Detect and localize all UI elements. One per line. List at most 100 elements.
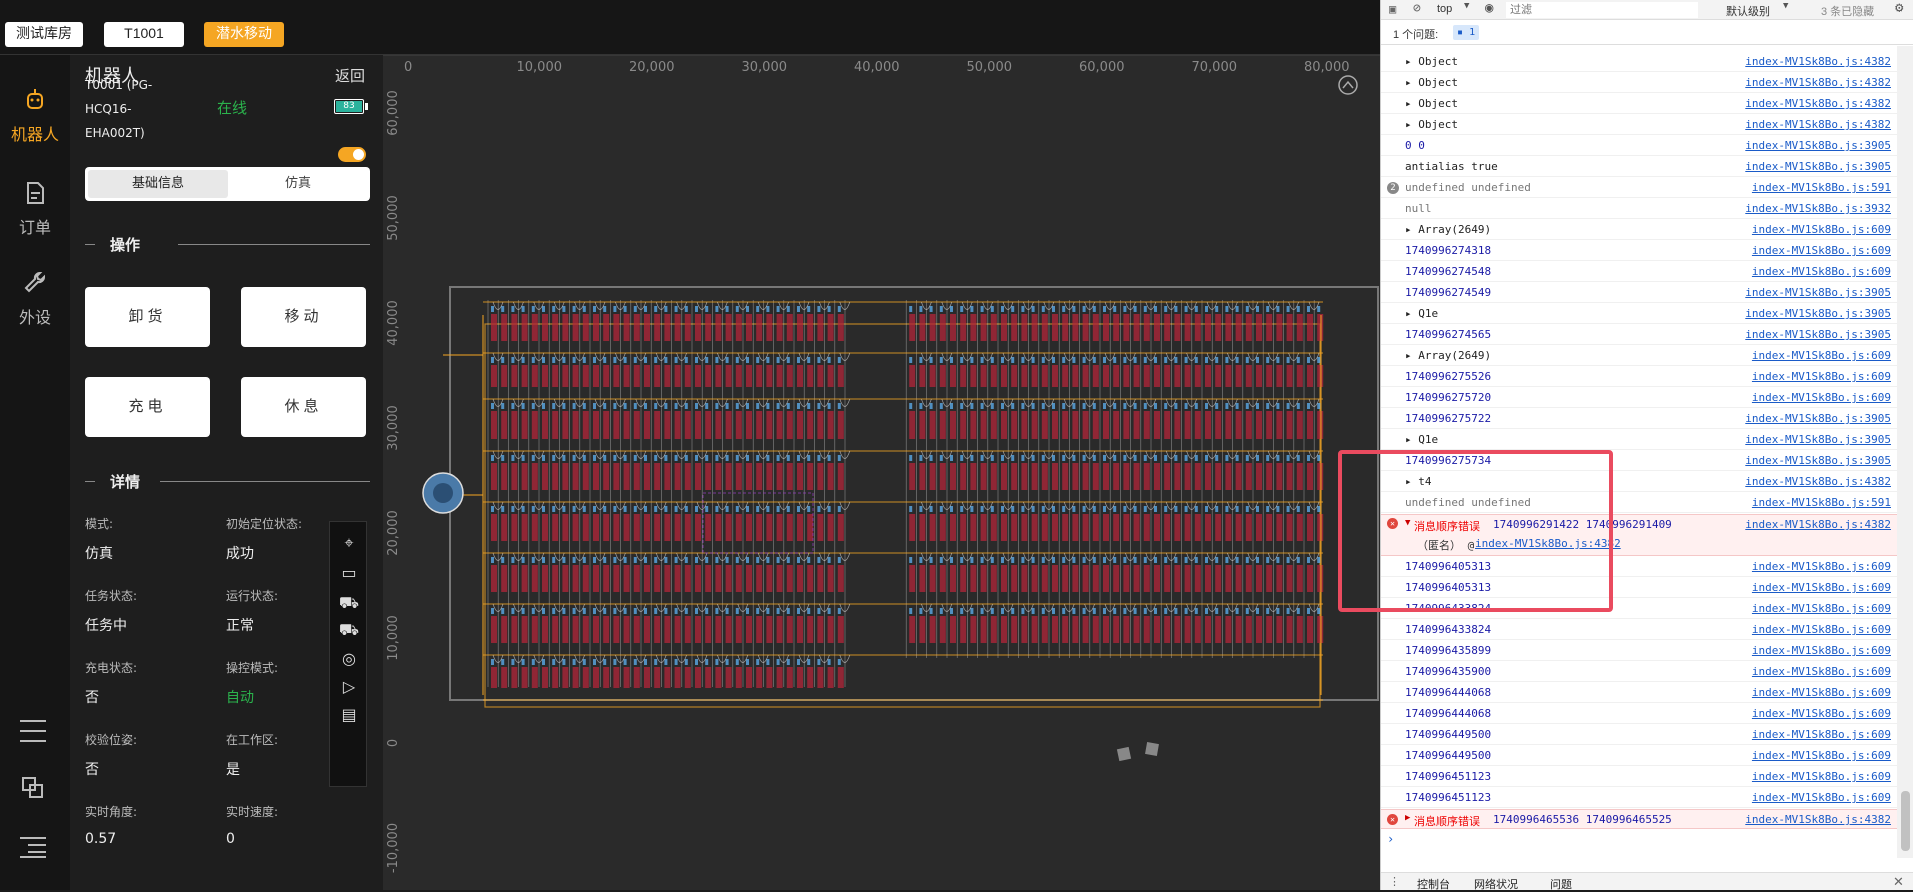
- console-row[interactable]: ▸ Object index-MV1Sk8Bo.js:4382: [1381, 115, 1897, 135]
- source-link[interactable]: index-MV1Sk8Bo.js:609: [1752, 388, 1891, 408]
- play-route-icon[interactable]: ▷: [330, 674, 368, 700]
- source-link[interactable]: index-MV1Sk8Bo.js:3905: [1745, 325, 1891, 345]
- collapse-menu-icon[interactable]: [20, 835, 46, 858]
- source-link[interactable]: index-MV1Sk8Bo.js:609: [1752, 346, 1891, 366]
- source-link[interactable]: index-MV1Sk8Bo.js:609: [1752, 367, 1891, 387]
- charge-button[interactable]: 充电: [85, 377, 210, 437]
- unload-button[interactable]: 卸货: [85, 287, 210, 347]
- console-row[interactable]: 1740996449500 index-MV1Sk8Bo.js:609: [1381, 725, 1897, 745]
- source-link[interactable]: index-MV1Sk8Bo.js:609: [1752, 767, 1891, 787]
- source-link[interactable]: index-MV1Sk8Bo.js:591: [1752, 178, 1891, 198]
- console-row[interactable]: ▸ Array(2649) index-MV1Sk8Bo.js:609: [1381, 346, 1897, 366]
- source-link[interactable]: index-MV1Sk8Bo.js:609: [1752, 220, 1891, 240]
- console-row[interactable]: 2 undefined undefined index-MV1Sk8Bo.js:59…: [1381, 178, 1897, 198]
- console-row[interactable]: 1740996275720 index-MV1Sk8Bo.js:609: [1381, 388, 1897, 408]
- layers-icon[interactable]: [22, 777, 44, 799]
- source-link[interactable]: index-MV1Sk8Bo.js:609: [1752, 788, 1891, 808]
- source-link[interactable]: index-MV1Sk8Bo.js:3905: [1745, 430, 1891, 450]
- console-row[interactable]: 1740996275722 index-MV1Sk8Bo.js:3905: [1381, 409, 1897, 429]
- filter-input[interactable]: [1506, 2, 1698, 18]
- console-row[interactable]: 1740996444068 index-MV1Sk8Bo.js:609: [1381, 683, 1897, 703]
- source-link[interactable]: index-MV1Sk8Bo.js:609: [1752, 557, 1891, 577]
- source-link[interactable]: index-MV1Sk8Bo.js:3905: [1745, 136, 1891, 156]
- console-scrollbar[interactable]: [1897, 46, 1913, 858]
- source-link[interactable]: index-MV1Sk8Bo.js:609: [1752, 746, 1891, 766]
- robot-code-select[interactable]: T1001: [104, 22, 184, 47]
- console-error-row[interactable]: ✕ ▶ 消息顺序错误 1740996465536 1740996465525 index…: [1381, 809, 1897, 829]
- pallet-icon[interactable]: ⛟: [330, 590, 368, 616]
- console-row[interactable]: 1740996274318 index-MV1Sk8Bo.js:609: [1381, 241, 1897, 261]
- console-row[interactable]: 1740996274565 index-MV1Sk8Bo.js:3905: [1381, 325, 1897, 345]
- source-link[interactable]: index-MV1Sk8Bo.js:4382: [1745, 94, 1891, 114]
- source-link[interactable]: index-MV1Sk8Bo.js:3905: [1745, 283, 1891, 303]
- nav-item-robot[interactable]: 机器人: [0, 87, 70, 145]
- source-link[interactable]: index-MV1Sk8Bo.js:3905: [1745, 451, 1891, 471]
- context-select[interactable]: top: [1437, 3, 1452, 15]
- source-link[interactable]: index-MV1Sk8Bo.js:4382: [1745, 115, 1891, 135]
- source-link[interactable]: index-MV1Sk8Bo.js:3932: [1745, 199, 1891, 219]
- sidebar-toggle-icon[interactable]: ▣: [1389, 2, 1396, 16]
- source-link[interactable]: index-MV1Sk8Bo.js:609: [1752, 641, 1891, 661]
- source-link[interactable]: index-MV1Sk8Bo.js:609: [1752, 578, 1891, 598]
- console-row[interactable]: 1740996435899 index-MV1Sk8Bo.js:609: [1381, 641, 1897, 661]
- back-link[interactable]: 返回: [335, 65, 365, 86]
- console-row[interactable]: 1740996275526 index-MV1Sk8Bo.js:609: [1381, 367, 1897, 387]
- console-row[interactable]: ▸ Object index-MV1Sk8Bo.js:4382: [1381, 52, 1897, 72]
- close-icon[interactable]: ✕: [1893, 874, 1904, 890]
- source-link[interactable]: index-MV1Sk8Bo.js:4382: [1745, 52, 1891, 72]
- forklift-icon[interactable]: ⛟: [330, 617, 368, 643]
- rest-button[interactable]: 休息: [241, 377, 366, 437]
- console-row[interactable]: null index-MV1Sk8Bo.js:3932: [1381, 199, 1897, 219]
- source-link[interactable]: index-MV1Sk8Bo.js:4382: [1745, 73, 1891, 93]
- console-row[interactable]: 0 0 index-MV1Sk8Bo.js:3905: [1381, 136, 1897, 156]
- source-link[interactable]: index-MV1Sk8Bo.js:609: [1752, 262, 1891, 282]
- source-link[interactable]: index-MV1Sk8Bo.js:609: [1752, 683, 1891, 703]
- gear-icon[interactable]: ⚙: [1895, 0, 1903, 16]
- locate-icon[interactable]: ⌖: [330, 530, 368, 556]
- map-canvas[interactable]: 0 10,000 20,000 30,000 40,000 50,000 60,000 70,…: [383, 55, 1380, 890]
- console-row[interactable]: antialias true index-MV1Sk8Bo.js:3905: [1381, 157, 1897, 177]
- list-view-icon[interactable]: [20, 720, 46, 742]
- source-link[interactable]: index-MV1Sk8Bo.js:4382: [1745, 472, 1891, 492]
- tab-simulation[interactable]: 仿真: [228, 170, 368, 198]
- console-row[interactable]: 1740996451123 index-MV1Sk8Bo.js:609: [1381, 788, 1897, 808]
- source-link[interactable]: index-MV1Sk8Bo.js:609: [1752, 241, 1891, 261]
- console-row[interactable]: ▸ Q1e index-MV1Sk8Bo.js:3905: [1381, 304, 1897, 324]
- move-button[interactable]: 移动: [241, 287, 366, 347]
- console-row[interactable]: 1740996451123 index-MV1Sk8Bo.js:609: [1381, 767, 1897, 787]
- camera-icon[interactable]: ▭: [330, 560, 368, 586]
- source-link[interactable]: index-MV1Sk8Bo.js:609: [1752, 725, 1891, 745]
- nav-item-peripheral[interactable]: 外设: [0, 270, 70, 328]
- tab-basic-info[interactable]: 基础信息: [88, 170, 228, 198]
- dive-move-button[interactable]: 潜水移动: [204, 22, 284, 47]
- source-link[interactable]: index-MV1Sk8Bo.js:591: [1752, 493, 1891, 513]
- console-row[interactable]: 1740996433824 index-MV1Sk8Bo.js:609: [1381, 620, 1897, 640]
- map-pin-icon[interactable]: ◎: [330, 646, 368, 672]
- source-link[interactable]: index-MV1Sk8Bo.js:609: [1752, 599, 1891, 619]
- console-row[interactable]: ▸ Object index-MV1Sk8Bo.js:4382: [1381, 73, 1897, 93]
- source-link[interactable]: index-MV1Sk8Bo.js:3905: [1745, 157, 1891, 177]
- eye-icon[interactable]: ◉: [1485, 0, 1493, 16]
- error-source-link[interactable]: index-MV1Sk8Bo.js:4382: [1745, 813, 1891, 826]
- report-icon[interactable]: ▤: [330, 702, 368, 728]
- warehouse-map[interactable]: 0 10,000 20,000 30,000 40,000 50,000 60,000 70,…: [383, 55, 1380, 890]
- console-row[interactable]: ▸ Object index-MV1Sk8Bo.js:4382: [1381, 94, 1897, 114]
- drawer-menu-icon[interactable]: ⋮: [1389, 875, 1400, 888]
- log-level-select[interactable]: 默认级别: [1726, 3, 1770, 19]
- console-prompt[interactable]: ›: [1387, 832, 1394, 846]
- console-row[interactable]: 1740996444068 index-MV1Sk8Bo.js:609: [1381, 704, 1897, 724]
- issues-bar[interactable]: 1 个问题: ▪ 1: [1381, 21, 1913, 45]
- source-link[interactable]: index-MV1Sk8Bo.js:609: [1752, 620, 1891, 640]
- source-link[interactable]: index-MV1Sk8Bo.js:3905: [1745, 304, 1891, 324]
- source-link[interactable]: index-MV1Sk8Bo.js:609: [1752, 704, 1891, 724]
- simulation-toggle[interactable]: [338, 147, 366, 162]
- robot-marker[interactable]: [422, 472, 464, 514]
- console-row[interactable]: ▸ Q1e index-MV1Sk8Bo.js:3905: [1381, 430, 1897, 450]
- console-row[interactable]: ▸ Array(2649) index-MV1Sk8Bo.js:609: [1381, 220, 1897, 240]
- warehouse-select[interactable]: 测试库房: [5, 22, 83, 47]
- nav-item-order[interactable]: 订单: [0, 180, 70, 238]
- console-row[interactable]: 1740996274549 index-MV1Sk8Bo.js:3905: [1381, 283, 1897, 303]
- console-row[interactable]: 1740996449500 index-MV1Sk8Bo.js:609: [1381, 746, 1897, 766]
- clear-console-icon[interactable]: ⊘: [1413, 1, 1421, 16]
- expand-icon[interactable]: ▶: [1405, 813, 1410, 823]
